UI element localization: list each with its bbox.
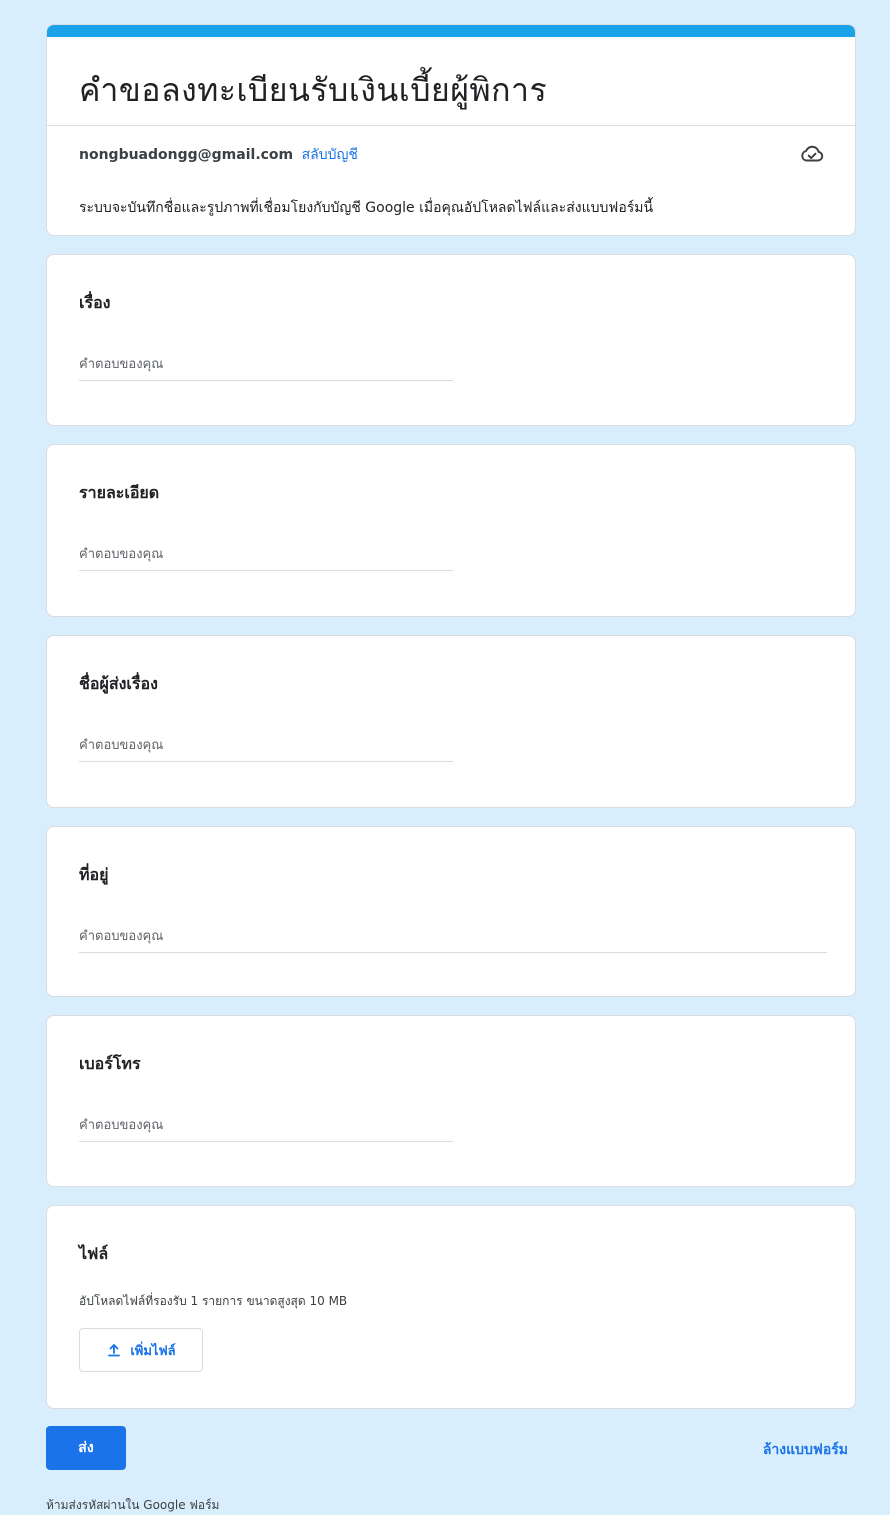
question-card-subject: เรื่อง	[46, 254, 856, 426]
question-title: ชื่อผู้ส่งเรื่อง	[79, 674, 158, 693]
answer-input-phone[interactable]	[79, 1118, 453, 1142]
question-card-details: รายละเอียด	[46, 444, 856, 617]
form-title: คำขอลงทะเบียนรับเงินเบี้ยผู้พิการ	[79, 71, 548, 109]
question-title: ไฟล์	[79, 1244, 109, 1263]
answer-input-subject[interactable]	[79, 357, 453, 381]
header-divider	[47, 125, 855, 126]
form-header-card: คำขอลงทะเบียนรับเงินเบี้ยผู้พิการ nongbu…	[46, 24, 856, 236]
question-card-address: ที่อยู่	[46, 826, 856, 997]
file-upload-hint: อัปโหลดไฟล์ที่รองรับ 1 รายการ ขนาดสูงสุด…	[79, 1294, 348, 1308]
submit-button[interactable]: ส่ง	[46, 1426, 126, 1470]
header-accent-bar	[47, 25, 855, 37]
answer-input-address[interactable]	[79, 929, 827, 953]
answer-input-sender-name[interactable]	[79, 738, 453, 762]
switch-account-link[interactable]: สลับบัญชี	[302, 147, 358, 163]
question-title: เรื่อง	[79, 293, 111, 312]
question-title: เบอร์โทร	[79, 1054, 141, 1073]
add-file-button[interactable]: เพิ่มไฟล์	[79, 1328, 203, 1372]
cloud-saved-icon	[801, 145, 824, 162]
upload-icon	[108, 1344, 121, 1357]
question-title: ที่อยู่	[79, 865, 109, 884]
account-email: nongbuadongg@gmail.com	[79, 147, 294, 163]
question-card-file: ไฟล์ อัปโหลดไฟล์ที่รองรับ 1 รายการ ขนาดส…	[46, 1205, 856, 1409]
question-title: รายละเอียด	[79, 483, 160, 502]
add-file-label: เพิ่มไฟล์	[130, 1343, 176, 1359]
question-card-phone: เบอร์โทร	[46, 1015, 856, 1187]
footer-note: ห้ามส่งรหัสผ่านใน Google ฟอร์ม	[46, 1498, 220, 1512]
clear-form-link[interactable]: ล้างแบบฟอร์ม	[763, 1439, 848, 1461]
account-row: nongbuadongg@gmail.com สลับบัญชี	[79, 144, 358, 166]
question-card-sender-name: ชื่อผู้ส่งเรื่อง	[46, 635, 856, 808]
answer-input-details[interactable]	[79, 547, 453, 571]
account-notice: ระบบจะบันทึกชื่อและรูปภาพที่เชื่อมโยงกับ…	[79, 200, 654, 216]
